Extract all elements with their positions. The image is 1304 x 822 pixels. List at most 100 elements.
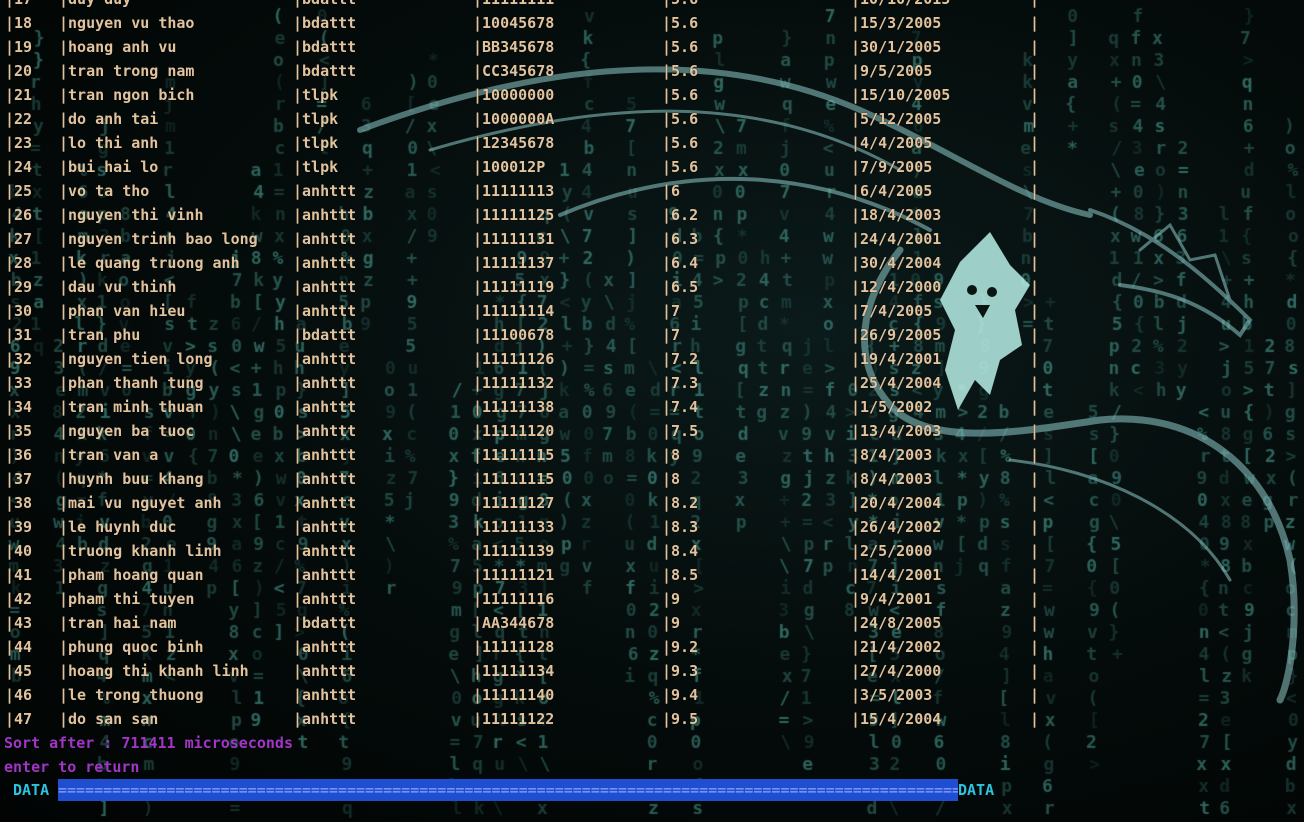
student-name: |nguyen tien long (59, 350, 213, 368)
student-id: |1000000A (473, 110, 555, 128)
row-number: |22 (5, 110, 33, 128)
row-number: |26 (5, 206, 33, 224)
date-value: |4/4/2005 (851, 134, 933, 152)
student-id: |11111132 (473, 374, 555, 392)
score-value: |9 (662, 590, 681, 608)
class-code: |bdattt (293, 62, 357, 80)
student-id: |11111115 (473, 446, 555, 464)
student-id: |11111119 (473, 278, 555, 296)
student-name: |le quang truong anh (59, 254, 240, 272)
terminal-window[interactable]: |17 |duy duy |bdattt |11111111 |5.6 |10/10/20… (0, 0, 1304, 822)
score-value: |5.6 (662, 14, 699, 32)
row-end-border: | (1030, 422, 1040, 440)
row-end-border: | (1030, 254, 1040, 272)
student-name: |tran minh thuan (59, 398, 204, 416)
date-value: |30/1/2005 (851, 38, 942, 56)
class-code: |bdattt (293, 14, 357, 32)
row-end-border: | (1030, 38, 1040, 56)
date-value: |14/4/2001 (851, 566, 942, 584)
date-value: |19/4/2001 (851, 350, 942, 368)
student-name: |tran trong nam (59, 62, 195, 80)
date-value: |2/5/2000 (851, 542, 933, 560)
student-id: |11111111 (473, 0, 554, 11)
score-value: |6 (662, 182, 681, 200)
date-value: |12/4/2000 (851, 278, 942, 296)
date-value: |27/4/2000 (851, 662, 942, 680)
row-end-border: | (1030, 398, 1040, 416)
row-number: |24 (5, 158, 33, 176)
score-value: |5.6 (662, 86, 699, 104)
score-value: |8.4 (662, 542, 699, 560)
student-id: |11111115 (473, 470, 555, 488)
row-number: |20 (5, 62, 33, 80)
student-name: |phan van hieu (59, 302, 186, 320)
student-name: |truong khanh linh (59, 542, 222, 560)
score-value: |7.3 (662, 374, 699, 392)
student-name: |phan thanh tung (59, 374, 204, 392)
row-end-border: | (1030, 182, 1040, 200)
student-id: |11111131 (473, 230, 555, 248)
row-end-border: | (1030, 302, 1040, 320)
row-number: |19 (5, 38, 33, 56)
row-number: |30 (5, 302, 33, 320)
row-end-border: | (1030, 518, 1040, 536)
student-id: |11111120 (473, 422, 555, 440)
status-bar-right-label: DATA (958, 781, 995, 799)
row-end-border: | (1030, 14, 1040, 32)
date-value: |6/4/2005 (851, 182, 933, 200)
score-value: |9.3 (662, 662, 699, 680)
date-value: |18/4/2003 (851, 206, 942, 224)
score-value: |5.6 (662, 62, 699, 80)
score-value: |7 (662, 326, 681, 344)
row-number: |28 (5, 254, 33, 272)
date-value: |24/4/2001 (851, 230, 942, 248)
class-code: |anhttt (293, 350, 357, 368)
score-value: |6.3 (662, 230, 699, 248)
student-name: |nguyen vu thao (59, 14, 195, 32)
row-number: |21 (5, 86, 33, 104)
date-value: |15/4/2004 (851, 710, 942, 728)
row-end-border: | (1030, 374, 1040, 392)
date-value: |25/4/2004 (851, 374, 942, 392)
student-id: |11111138 (473, 398, 555, 416)
student-name: |le trong thuong (59, 686, 204, 704)
row-number: |44 (5, 638, 33, 656)
class-code: |anhttt (293, 590, 357, 608)
row-number: |39 (5, 518, 33, 536)
student-name: |hoang thi khanh linh (59, 662, 249, 680)
score-value: |5.6 (662, 134, 699, 152)
row-number: |17 (5, 0, 32, 11)
class-code: |anhttt (293, 518, 357, 536)
date-value: |7/9/2005 (851, 158, 933, 176)
score-value: |6.4 (662, 254, 699, 272)
row-number: |25 (5, 182, 33, 200)
sort-time-message: Sort after : 711411 microseconds (4, 734, 293, 752)
date-value: |10/10/2015 (851, 0, 950, 11)
date-value: |8/4/2003 (851, 470, 933, 488)
date-value: |30/4/2004 (851, 254, 942, 272)
class-code: |tlpk (293, 158, 339, 176)
student-name: |dau vu thinh (59, 278, 177, 296)
row-end-border: | (1030, 278, 1040, 296)
row-number: |34 (5, 398, 33, 416)
student-id: |11111134 (473, 662, 555, 680)
date-value: |15/10/2005 (851, 86, 951, 104)
student-id: |11111127 (473, 494, 555, 512)
score-value: |6.5 (662, 278, 699, 296)
status-bar-fill: ========================================… (58, 779, 958, 801)
score-value: |5.6 (662, 38, 699, 56)
student-name: |tran hai nam (59, 614, 177, 632)
date-value: |13/4/2003 (851, 422, 942, 440)
row-number: |45 (5, 662, 33, 680)
class-code: |anhttt (293, 182, 357, 200)
date-value: |3/5/2003 (851, 686, 933, 704)
student-name: |nguyen ba tuoc (59, 422, 195, 440)
row-end-border: | (1030, 62, 1040, 80)
score-value: |9 (662, 614, 681, 632)
score-value: |8.3 (662, 518, 699, 536)
score-value: |8 (662, 446, 681, 464)
date-value: |7/4/2005 (851, 302, 933, 320)
date-value: |26/9/2005 (851, 326, 942, 344)
student-id: |100012P (473, 158, 546, 176)
class-code: |bdattt (293, 614, 357, 632)
